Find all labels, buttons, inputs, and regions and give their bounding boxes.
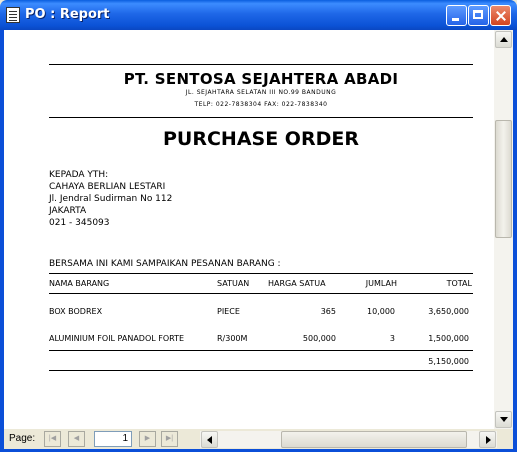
recipient-phone: 021 - 345093 [49,218,110,228]
row-unit: R/300M [217,334,248,343]
next-page-button[interactable]: ▶ [139,431,156,447]
row-unit: PIECE [217,307,240,316]
title-bar[interactable]: PO : Report [0,0,517,30]
first-page-button[interactable]: |◀ [44,431,61,447]
vertical-scrollbar[interactable] [494,30,513,429]
arrow-left-icon [207,436,212,444]
page-number-input[interactable]: 1 [94,431,132,447]
arrow-down-icon [500,417,508,422]
col-header-total: TOTAL [446,279,472,288]
previous-page-button[interactable]: ◀ [68,431,85,447]
header-bottom-rule [49,117,473,118]
row-item-name: BOX BODREX [49,307,103,316]
recipient-name: CAHAYA BERLIAN LESTARI [49,182,166,192]
col-header-unit: SATUAN [217,279,250,288]
company-address: JL. SEJAHTARA SELATAN III NO.99 BANDUNG [185,89,337,96]
row-item-name: ALUMINIUM FOIL PANADOL FORTE [49,334,185,343]
document-title: PURCHASE ORDER [163,128,359,150]
horizontal-scrollbar[interactable] [200,431,497,448]
col-header-item-name: NAMA BARANG [49,279,110,288]
minimize-button[interactable] [446,5,467,26]
report-preview-area: PT. SENTOSA SEJAHTERA ABADI JL. SEJAHTAR… [4,30,494,429]
report-app-icon[interactable] [6,7,20,23]
arrow-right-icon [486,436,491,444]
recipient-street: Jl. Jendral Sudirman No 112 [49,194,173,204]
report-window: PO : Report PT. SENTOSA SEJAHTERA ABADI … [0,0,517,452]
report-page: PT. SENTOSA SEJAHTERA ABADI JL. SEJAHTAR… [4,30,494,429]
horizontal-scroll-thumb[interactable] [281,431,467,448]
row-quantity: 3 [389,334,395,343]
recipient-city: JAKARTA [49,206,87,216]
row-total: 3,650,000 [428,307,469,316]
table-body-rule [49,350,473,351]
scroll-up-button[interactable] [495,31,512,48]
close-button[interactable] [490,5,511,26]
scroll-down-button[interactable] [495,411,512,428]
maximize-button[interactable] [468,5,489,26]
company-name: PT. SENTOSA SEJAHTERA ABADI [123,70,399,88]
page-navigation-bar: Page: |◀ ◀ 1 ▶ ▶| [4,429,513,449]
window-frame-right [513,30,517,452]
col-header-unit-price: HARGA SATUA [268,279,326,288]
row-unit-price: 365 [320,307,336,316]
table-top-rule [49,273,473,274]
page-label: Page: [9,433,36,444]
row-quantity: 10,000 [367,307,395,316]
order-intro: BERSAMA INI KAMI SAMPAIKAN PESANAN BARAN… [49,259,281,269]
last-page-button[interactable]: ▶| [161,431,178,447]
table-bottom-rule [49,370,473,371]
row-unit-price: 500,000 [302,334,336,343]
company-phone: TELP: 022-7838304 FAX: 022-7838340 [194,101,328,108]
col-header-quantity: JUMLAH [365,279,397,288]
window-title: PO : Report [25,7,110,22]
vertical-scroll-thumb[interactable] [495,120,512,238]
row-total: 1,500,000 [428,334,469,343]
recipient-heading: KEPADA YTH: [49,170,109,180]
arrow-up-icon [500,37,508,42]
table-header-rule [49,293,473,294]
scroll-left-button[interactable] [201,431,218,448]
grand-total: 5,150,000 [428,357,469,366]
header-top-rule [49,64,473,65]
scroll-right-button[interactable] [479,431,496,448]
